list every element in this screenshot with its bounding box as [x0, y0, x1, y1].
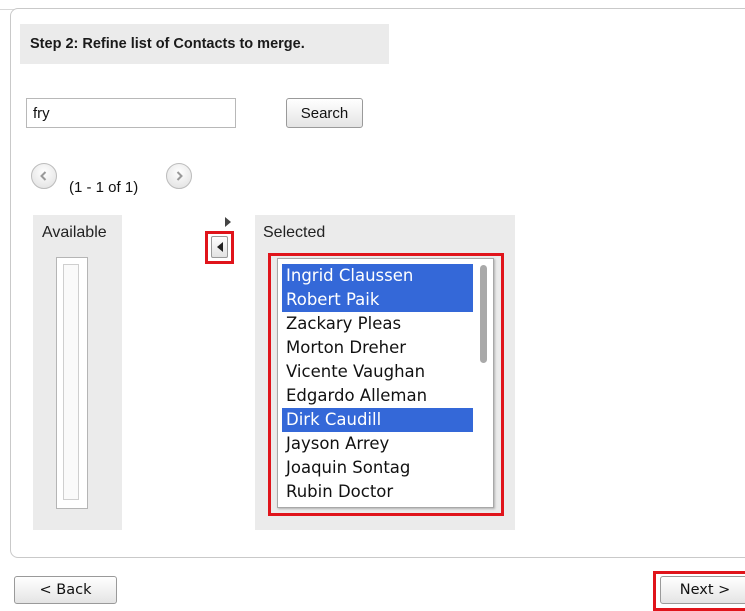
selected-list[interactable]: Ingrid Claussen Robert Paik Zackary Pleas M… [277, 258, 494, 508]
selected-scrollbar[interactable] [478, 263, 490, 503]
step-title: Step 2: Refine list of Contacts to merge… [20, 24, 389, 64]
list-item[interactable]: Dirk Caudill [282, 408, 473, 432]
list-item[interactable]: Robert Paik [282, 288, 473, 312]
available-label: Available [42, 224, 107, 241]
search-button[interactable]: Search [286, 98, 363, 128]
chevron-right-icon [176, 171, 183, 181]
move-right-button[interactable] [222, 215, 234, 229]
search-input[interactable] [26, 98, 236, 128]
list-item[interactable]: Jayson Arrey [282, 432, 473, 456]
pager-prev-button[interactable] [31, 163, 57, 189]
list-item[interactable]: Morton Dreher [282, 336, 473, 360]
selected-items: Ingrid Claussen Robert Paik Zackary Pleas M… [282, 264, 473, 504]
list-item[interactable]: Edgardo Alleman [282, 384, 473, 408]
list-item[interactable]: Vicente Vaughan [282, 360, 473, 384]
list-item[interactable]: Rubin Doctor [282, 480, 473, 504]
move-left-button[interactable] [211, 236, 228, 258]
available-list[interactable] [56, 257, 88, 509]
triangle-right-icon [225, 217, 231, 227]
available-scroll-track[interactable] [63, 264, 79, 500]
pager-count: (1 - 1 of 1) [69, 179, 139, 196]
step-title-text: Step 2: Refine list of Contacts to merge… [30, 36, 305, 52]
pager-next-button[interactable] [166, 163, 192, 189]
scroll-thumb[interactable] [480, 265, 487, 363]
list-item[interactable]: Joaquin Sontag [282, 456, 473, 480]
triangle-left-icon [216, 242, 223, 252]
back-button[interactable]: < Back [14, 576, 117, 604]
chevron-left-icon [40, 171, 47, 181]
list-item[interactable]: Ingrid Claussen [282, 264, 473, 288]
next-button[interactable]: Next > [660, 576, 745, 604]
list-item[interactable]: Zackary Pleas [282, 312, 473, 336]
selected-label: Selected [263, 224, 326, 241]
